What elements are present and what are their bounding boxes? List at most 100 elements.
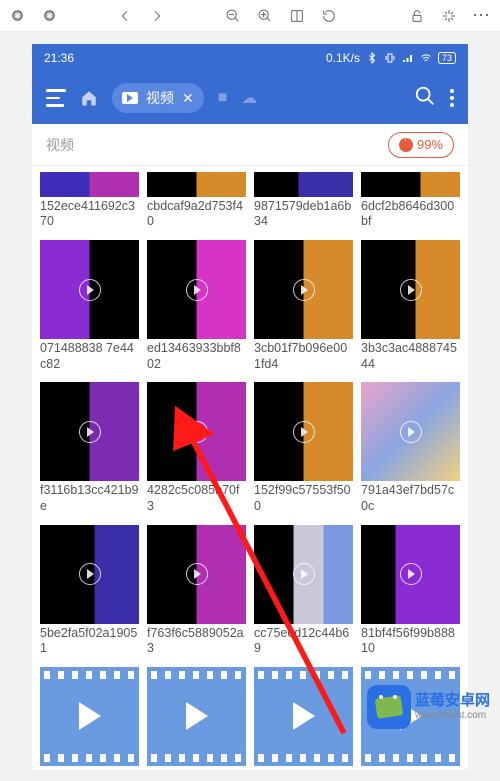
video-thumbnail[interactable] xyxy=(147,525,246,624)
video-tile[interactable]: 152ece411692c370 xyxy=(40,172,139,230)
watermark-url: www.lmkjst.com xyxy=(415,710,490,721)
back-icon[interactable] xyxy=(116,7,134,25)
video-filename: 5be2fa5f02a19051 xyxy=(40,626,139,657)
video-tile[interactable]: 3cb01f7b096e001fd4 xyxy=(254,240,353,372)
video-thumbnail[interactable] xyxy=(361,240,460,339)
sparkle-icon[interactable] xyxy=(440,7,458,25)
video-tile[interactable]: f3116b13cc421b9e xyxy=(40,382,139,514)
menu-icon[interactable] xyxy=(46,89,66,107)
video-filename: 4282c5c085b70f3 xyxy=(147,483,246,514)
video-tile[interactable]: 81bf4f56f99b88810 xyxy=(361,525,460,657)
video-filename: 6dcf2b8646d300bf xyxy=(361,199,460,230)
video-thumbnail[interactable] xyxy=(254,667,353,766)
forward-icon[interactable] xyxy=(148,7,166,25)
video-filename: cc75eed12c44b69 xyxy=(254,626,353,657)
video-tile[interactable]: ed13463933bbf802 xyxy=(147,240,246,372)
phone-screenshot: 21:36 0.1K/s 73 视频 ✕ ■ ☁ xyxy=(32,44,468,769)
overflow-icon[interactable] xyxy=(450,89,454,107)
video-filename: 9e5ecf11c21d5cfd83 xyxy=(147,768,246,769)
video-tile[interactable]: 9871579deb1a6b34 xyxy=(254,172,353,230)
video-thumbnail[interactable] xyxy=(254,172,353,197)
play-icon xyxy=(293,279,315,301)
watermark: 蓝莓安卓网 www.lmkjst.com xyxy=(363,683,494,731)
video-tile[interactable]: 071488838 7e44c82 xyxy=(40,240,139,372)
video-tile[interactable]: 9e5ecf11c21d5cfd83 xyxy=(147,667,246,769)
video-thumbnail[interactable] xyxy=(147,382,246,481)
video-thumbnail[interactable] xyxy=(40,667,139,766)
video-tile[interactable]: f763f6c5889052a3 xyxy=(147,525,246,657)
video-thumbnail[interactable] xyxy=(361,382,460,481)
filter-bar: 视频 99% xyxy=(32,124,468,166)
video-filename: 071488838 7e44c82 xyxy=(40,341,139,372)
video-thumbnail[interactable] xyxy=(254,382,353,481)
tab-label: 视频 xyxy=(146,88,174,108)
video-tile[interactable]: 4282c5c085b70f3 xyxy=(147,382,246,514)
video-thumbnail[interactable] xyxy=(361,525,460,624)
video-filename: 3b3c3ac488874544 xyxy=(361,341,460,372)
play-icon xyxy=(400,563,422,585)
video-tile[interactable]: 5ec6ac8f76de7e5d xyxy=(40,667,139,769)
video-thumbnail[interactable] xyxy=(40,172,139,197)
video-tile[interactable]: cbdcaf9a2d753f40 xyxy=(147,172,246,230)
cloud-icon[interactable]: ☁ xyxy=(241,88,257,108)
video-filename: 152f99c57553f500 xyxy=(254,483,353,514)
play-icon xyxy=(400,279,422,301)
video-tile[interactable]: 3b3c3ac488874544 xyxy=(361,240,460,372)
video-thumbnail[interactable] xyxy=(40,525,139,624)
search-icon[interactable] xyxy=(414,85,436,112)
close-tab-icon-2[interactable] xyxy=(40,7,58,25)
folder-icon[interactable]: ■ xyxy=(218,89,228,107)
wifi-icon xyxy=(420,52,432,64)
close-tab-icon[interactable] xyxy=(8,7,26,25)
storage-badge[interactable]: 99% xyxy=(388,132,454,158)
play-icon xyxy=(79,563,101,585)
play-icon xyxy=(79,421,101,443)
video-thumbnail[interactable] xyxy=(361,172,460,197)
video-filename: 5ec6ac8f76de7e5d xyxy=(40,768,139,769)
video-filename: 152ece411692c370 xyxy=(40,199,139,230)
video-thumbnail[interactable] xyxy=(147,240,246,339)
zoom-out-icon[interactable] xyxy=(224,7,242,25)
video-filename: 9871579deb1a6b34 xyxy=(254,199,353,230)
zoom-in-icon[interactable] xyxy=(256,7,274,25)
video-thumbnail[interactable] xyxy=(254,525,353,624)
active-tab[interactable]: 视频 ✕ xyxy=(112,83,204,113)
video-tile[interactable]: cc75eed12c44b69 xyxy=(254,525,353,657)
video-filename: 81bf4f56f99b88810 xyxy=(361,626,460,657)
video-tile[interactable]: 04038b4d23a64f20 xyxy=(254,667,353,769)
video-thumbnail[interactable] xyxy=(254,240,353,339)
battery-badge: 73 xyxy=(438,52,456,64)
video-tile[interactable]: 5be2fa5f02a19051 xyxy=(40,525,139,657)
watermark-title: 蓝莓安卓网 xyxy=(415,693,490,710)
play-icon xyxy=(79,279,101,301)
filter-dropdown[interactable]: 视频 xyxy=(46,135,74,155)
pie-icon xyxy=(399,138,413,152)
home-icon[interactable] xyxy=(80,89,98,107)
video-filename: f3116b13cc421b9e xyxy=(40,483,139,514)
video-thumbnail[interactable] xyxy=(40,240,139,339)
video-thumbnail[interactable] xyxy=(147,667,246,766)
video-filename: ed13463933bbf802 xyxy=(147,341,246,372)
video-grid: 152ece411692c370 cbdcaf9a2d753f40 9871579d… xyxy=(32,166,468,769)
signal-icon xyxy=(402,52,414,64)
status-time: 21:36 xyxy=(44,51,74,65)
video-filename: 791a43ef7bd57c0c xyxy=(361,483,460,514)
play-icon xyxy=(293,702,315,730)
video-grid-container[interactable]: 152ece411692c370 cbdcaf9a2d753f40 9871579d… xyxy=(32,166,468,769)
rotate-icon[interactable] xyxy=(320,7,338,25)
fit-icon[interactable] xyxy=(288,7,306,25)
play-icon xyxy=(293,421,315,443)
video-tile[interactable]: 152f99c57553f500 xyxy=(254,382,353,514)
tab-close-icon[interactable]: ✕ xyxy=(182,90,194,107)
image-viewer-frame: 21:36 0.1K/s 73 视频 ✕ ■ ☁ xyxy=(0,32,500,781)
video-thumbnail[interactable] xyxy=(40,382,139,481)
video-tile[interactable]: 791a43ef7bd57c0c xyxy=(361,382,460,514)
play-icon xyxy=(186,702,208,730)
more-icon[interactable]: ⋯ xyxy=(472,5,492,26)
video-tile[interactable]: 6dcf2b8646d300bf xyxy=(361,172,460,230)
app-toolbar: 视频 ✕ ■ ☁ xyxy=(32,72,468,124)
video-thumbnail[interactable] xyxy=(147,172,246,197)
video-filename: 04038b4d23a64f20 xyxy=(254,768,353,769)
video-icon xyxy=(122,92,138,104)
lock-icon[interactable] xyxy=(408,7,426,25)
